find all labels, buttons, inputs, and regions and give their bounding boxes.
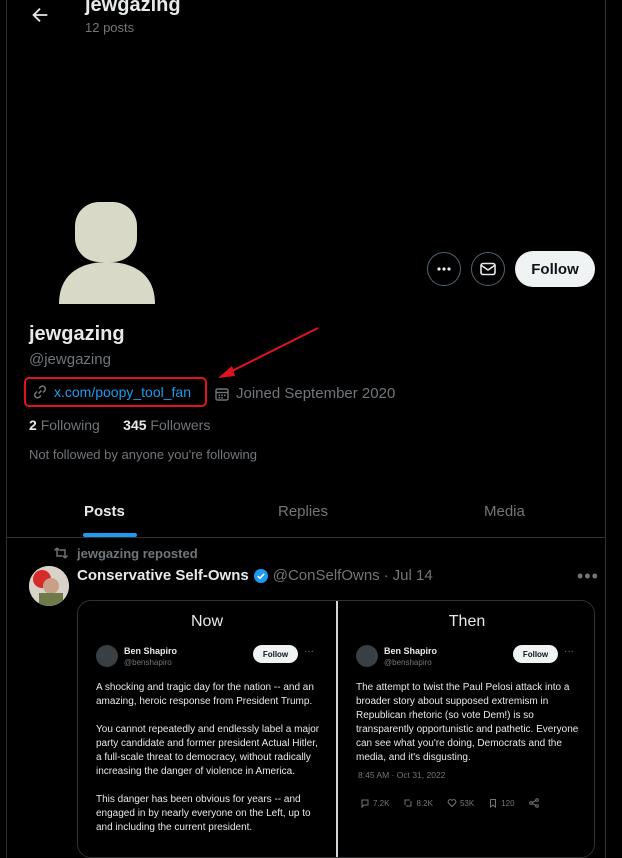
inner-avatar — [96, 645, 118, 667]
heart-icon — [447, 799, 457, 808]
repost-label[interactable]: jewgazing reposted — [77, 546, 198, 561]
inner-author-name: Ben Shapiro — [384, 646, 438, 656]
media-panel-now: Now Ben Shapiro @benshapiro Follow ··· A… — [78, 601, 336, 857]
annotation-arrow-icon — [218, 327, 319, 378]
inner-repost-count: 8.2K — [403, 798, 433, 808]
panel-title: Then — [448, 613, 486, 630]
repost-icon — [404, 799, 412, 807]
joined-text: Joined September 2020 — [236, 385, 396, 402]
tweet-author-avatar[interactable] — [29, 566, 69, 606]
inner-share-icon — [528, 798, 539, 808]
inner-author-name: Ben Shapiro — [124, 646, 178, 656]
reply-icon — [361, 799, 369, 808]
follow-button[interactable]: Follow — [515, 251, 595, 287]
share-icon — [528, 798, 539, 808]
following-link[interactable]: 2 Following — [29, 417, 100, 433]
inner-follow-button: Follow — [253, 645, 298, 663]
more-options-button[interactable] — [427, 252, 461, 286]
joined-date: Joined September 2020 — [214, 385, 395, 402]
profile-column: jewgazing 12 posts Follow jewgazing @jew… — [6, 0, 606, 858]
avatar[interactable] — [55, 194, 165, 304]
tab-replies[interactable]: Replies — [278, 503, 328, 520]
inner-like-count: 53K — [447, 798, 474, 808]
inner-more-icon: ··· — [304, 646, 314, 657]
tweet-header: Conservative Self-Owns @ConSelfOwns · Ju… — [77, 567, 433, 584]
website-text[interactable]: x.com/poopy_tool_fan — [54, 384, 191, 400]
inner-tweet-text: A shocking and tragic day for the nation… — [96, 682, 320, 833]
more-icon — [437, 267, 451, 271]
inner-tweet-text: The attempt to twist the Paul Pelosi att… — [356, 682, 579, 763]
envelope-icon — [480, 262, 496, 276]
panel-title: Now — [190, 613, 223, 630]
follow-stats: 2 Following 345 Followers — [29, 417, 210, 433]
link-icon — [33, 385, 47, 399]
followers-link[interactable]: 345 Followers — [123, 417, 210, 433]
tweet-author-name[interactable]: Conservative Self-Owns — [77, 567, 249, 584]
tab-media[interactable]: Media — [484, 503, 525, 520]
back-arrow-icon[interactable] — [29, 4, 51, 26]
profile-tabs: Posts Replies Media — [7, 490, 605, 538]
tweet-separator: · — [383, 567, 389, 584]
inner-reply-count: 7.2K — [360, 798, 389, 808]
inner-bookmark-count: 120 — [488, 798, 515, 808]
calendar-icon — [215, 387, 229, 401]
inner-author-handle: @benshapiro — [124, 658, 172, 667]
inner-tweet-actions: 7.2K 8.2K 53K 120 — [360, 798, 539, 808]
active-tab-indicator — [83, 533, 137, 537]
repost-indicator: jewgazing reposted — [53, 545, 198, 561]
bookmark-icon — [490, 799, 497, 808]
profile-website-link[interactable]: x.com/poopy_tool_fan — [24, 377, 207, 407]
media-panel-then: Then Ben Shapiro @benshapiro Follow ··· … — [338, 601, 594, 857]
profile-handle: @jewgazing — [29, 351, 111, 368]
tweet-media-image[interactable]: Now Ben Shapiro @benshapiro Follow ··· A… — [77, 600, 595, 858]
inner-author-handle: @benshapiro — [384, 658, 432, 667]
message-button[interactable] — [471, 252, 505, 286]
tab-posts[interactable]: Posts — [84, 503, 125, 520]
not-followed-note: Not followed by anyone you're following — [29, 447, 257, 462]
inner-avatar — [356, 645, 378, 667]
header-title: jewgazing — [85, 0, 181, 16]
inner-follow-button: Follow — [513, 645, 558, 663]
tweet-author-handle[interactable]: @ConSelfOwns — [273, 567, 380, 584]
repost-icon — [54, 547, 68, 559]
profile-display-name: jewgazing — [29, 323, 125, 345]
inner-more-icon: ··· — [564, 646, 574, 657]
tweet-more-icon[interactable]: ••• — [577, 566, 599, 587]
tweet-date[interactable]: Jul 14 — [393, 567, 433, 584]
header-post-count: 12 posts — [85, 20, 135, 35]
verified-badge-icon — [253, 568, 268, 583]
inner-tweet-time: 8:45 AM · Oct 31, 2022 — [358, 770, 446, 780]
